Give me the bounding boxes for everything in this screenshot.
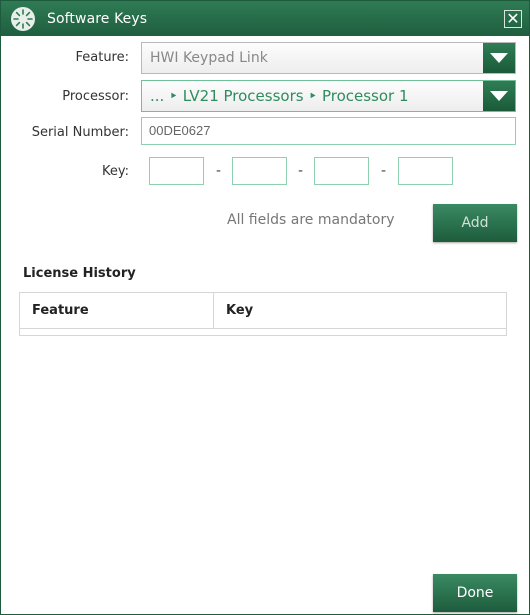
sunburst-icon xyxy=(11,6,35,31)
feature-value: HWI Keypad Link xyxy=(150,50,268,66)
key-field-2[interactable] xyxy=(232,157,287,185)
license-history-table: Feature Key xyxy=(19,292,507,336)
feature-label: Feature: xyxy=(75,50,129,65)
table-header: Feature Key xyxy=(20,293,506,329)
key-separator: - xyxy=(298,163,304,179)
chevron-down-icon[interactable] xyxy=(483,81,515,111)
key-separator: - xyxy=(216,163,222,179)
software-keys-window: Software Keys ✕ Feature: HWI Keypad Link… xyxy=(0,0,530,615)
key-separator: - xyxy=(381,163,387,179)
processor-label: Processor: xyxy=(62,89,129,104)
title-bar[interactable]: Software Keys ✕ xyxy=(1,1,529,36)
chevron-down-icon[interactable] xyxy=(483,43,515,73)
license-history-title: License History xyxy=(23,266,136,281)
window-title: Software Keys xyxy=(47,10,148,27)
column-header-feature[interactable]: Feature xyxy=(20,293,214,328)
serial-number-label: Serial Number: xyxy=(31,125,129,140)
key-field-4[interactable] xyxy=(398,157,453,185)
feature-dropdown[interactable]: HWI Keypad Link xyxy=(141,42,516,74)
processor-dropdown[interactable]: ... ‣ LV21 Processors ‣ Processor 1 xyxy=(141,80,516,112)
column-header-key[interactable]: Key xyxy=(214,293,506,328)
key-field-1[interactable] xyxy=(149,157,204,185)
done-button[interactable]: Done xyxy=(433,574,517,612)
mandatory-note: All fields are mandatory xyxy=(227,212,395,228)
key-field-3[interactable] xyxy=(314,157,369,185)
close-icon[interactable]: ✕ xyxy=(504,10,522,28)
serial-number-field[interactable]: 00DE0627 xyxy=(141,117,516,145)
add-button[interactable]: Add xyxy=(433,204,517,242)
key-label: Key: xyxy=(101,164,129,179)
processor-value: ... ‣ LV21 Processors ‣ Processor 1 xyxy=(150,87,409,105)
